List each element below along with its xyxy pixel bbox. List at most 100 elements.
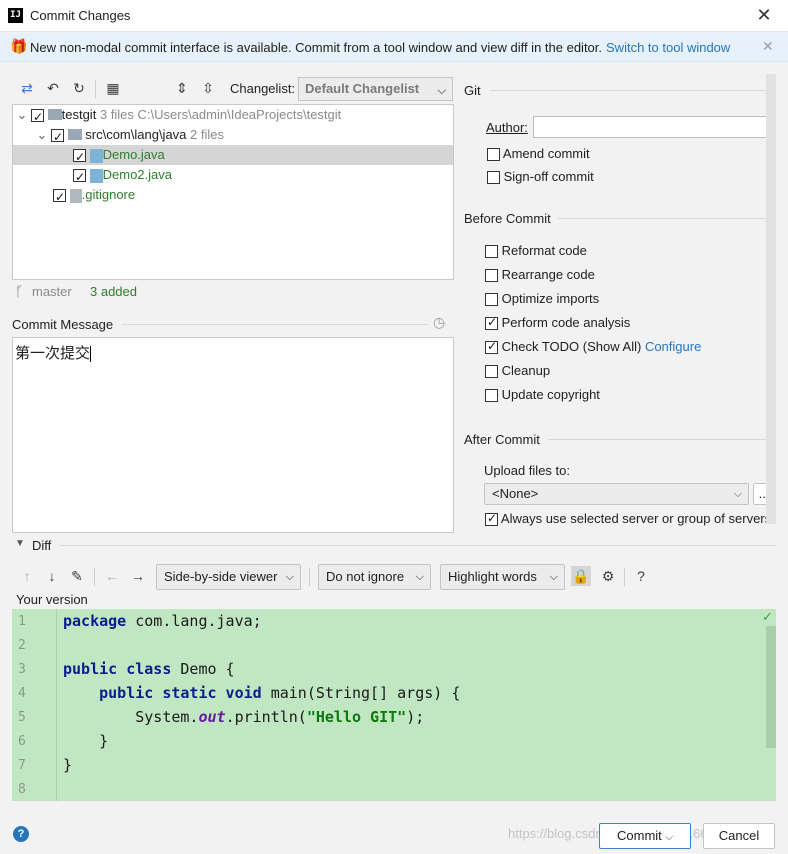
collapse-triangle-icon[interactable]: ▼: [15, 538, 25, 549]
notification-banner: 🎁 New non-modal commit interface is avai…: [0, 33, 788, 62]
analysis-checkbox[interactable]: [485, 315, 498, 331]
upload-server-dropdown[interactable]: <None> ⌵: [484, 483, 749, 505]
chevron-down-icon[interactable]: ⌄: [33, 125, 51, 145]
lock-icon[interactable]: 🔒: [571, 566, 591, 586]
toolbar-separator: [94, 568, 95, 586]
optimize-row[interactable]: Optimize imports: [485, 291, 599, 307]
banner-close-icon[interactable]: ✕: [762, 38, 774, 55]
tree-row-file[interactable]: Demo2.java: [13, 165, 453, 187]
tree-row-file[interactable]: .gitignore: [13, 185, 453, 207]
tree-row-folder[interactable]: ⌄ src\com\lang\java 2 files: [13, 125, 453, 147]
copyright-row[interactable]: Update copyright: [485, 387, 600, 403]
tree-row-root[interactable]: ⌄ testgit 3 files C:\Users\admin\IdeaPro…: [13, 105, 453, 127]
viewer-dropdown[interactable]: Side-by-side viewer ⌵: [156, 564, 301, 590]
signoff-commit-row[interactable]: Sign-off commit: [487, 169, 594, 185]
group-by-icon[interactable]: ▦: [103, 78, 123, 98]
line-number: 3: [18, 662, 26, 677]
edit-icon[interactable]: ✎: [67, 566, 87, 586]
folder-count: 2 files: [190, 127, 224, 142]
ignore-value: Do not ignore: [326, 569, 405, 584]
commit-button[interactable]: Commit ⌵: [599, 823, 691, 849]
todo-label: Check TODO (Show All): [501, 339, 642, 354]
history-clock-icon[interactable]: ◷: [433, 314, 445, 331]
close-icon[interactable]: ✕: [752, 4, 776, 28]
code-text: System.: [63, 708, 199, 726]
author-input[interactable]: [533, 116, 773, 138]
expand-all-icon[interactable]: ⇕: [172, 78, 192, 98]
show-diff-icon[interactable]: ⇄: [17, 78, 37, 98]
ignore-dropdown[interactable]: Do not ignore ⌵: [318, 564, 431, 590]
line-number: 8: [18, 782, 26, 797]
signoff-commit-checkbox[interactable]: [487, 171, 500, 185]
code-text: main(String[] args) {: [261, 684, 461, 702]
arrow-right-icon[interactable]: →: [128, 566, 148, 586]
cleanup-row[interactable]: Cleanup: [485, 363, 550, 379]
analysis-label: Perform code analysis: [501, 315, 631, 330]
always-use-checkbox[interactable]: [485, 511, 498, 527]
cleanup-checkbox[interactable]: [485, 365, 498, 379]
switch-to-tool-window-link[interactable]: Switch to tool window: [606, 40, 730, 55]
folder-checkbox[interactable]: [51, 127, 64, 147]
java-file-icon: [89, 168, 103, 183]
copyright-label: Update copyright: [501, 387, 600, 402]
toolbar-separator: [95, 80, 96, 98]
chevron-down-icon[interactable]: ⌄: [13, 105, 31, 125]
file-name: Demo.java: [102, 147, 165, 162]
refresh-icon[interactable]: ↻: [69, 78, 89, 98]
reformat-checkbox[interactable]: [485, 245, 498, 259]
arrow-down-icon[interactable]: ↓: [42, 566, 62, 586]
collapse-all-icon[interactable]: ⇳: [198, 78, 218, 98]
banner-message: New non-modal commit interface is availa…: [30, 40, 730, 55]
changes-tree[interactable]: ⌄ testgit 3 files C:\Users\admin\IdeaPro…: [12, 104, 454, 280]
file-checkbox[interactable]: [53, 187, 66, 207]
root-checkbox[interactable]: [31, 107, 44, 127]
after-commit-title: After Commit: [464, 432, 540, 447]
text-caret: [90, 345, 92, 362]
diff-scrollbar[interactable]: [766, 626, 776, 748]
right-panel-scrollbar[interactable]: [766, 74, 776, 524]
copyright-checkbox[interactable]: [485, 389, 498, 403]
help-button[interactable]: ?: [13, 826, 29, 842]
commit-label: Commit: [617, 828, 662, 843]
changelist-value: Default Changelist: [305, 81, 420, 96]
help-icon[interactable]: ?: [631, 566, 651, 586]
todo-checkbox[interactable]: [485, 339, 498, 355]
configure-link[interactable]: Configure: [645, 339, 701, 354]
code-line: }: [63, 732, 109, 750]
line-number: 7: [18, 758, 26, 773]
file-checkbox[interactable]: [73, 167, 86, 187]
banner-text: New non-modal commit interface is availa…: [30, 40, 603, 55]
cancel-button[interactable]: Cancel: [703, 823, 775, 849]
diff-editor[interactable]: [12, 609, 776, 801]
amend-commit-label: Amend commit: [502, 146, 590, 161]
rearrange-row[interactable]: Rearrange code: [485, 267, 595, 283]
rearrange-checkbox[interactable]: [485, 269, 498, 283]
analysis-row[interactable]: Perform code analysis: [485, 315, 631, 331]
tree-row-file[interactable]: Demo.java: [13, 145, 453, 167]
commit-message-input[interactable]: 第一次提交: [12, 337, 454, 533]
branch-name: master: [32, 284, 72, 299]
always-use-row[interactable]: Always use selected server or group of s…: [485, 511, 771, 527]
code-text: );: [406, 708, 425, 726]
amend-commit-row[interactable]: Amend commit: [487, 146, 590, 162]
divider: [558, 218, 776, 219]
commit-message-label: Commit Message: [12, 317, 114, 332]
chevron-down-icon[interactable]: ⌵: [665, 832, 673, 843]
toolbar-separator: [309, 568, 310, 586]
arrow-up-icon[interactable]: ↑: [17, 566, 37, 586]
code-line: public class Demo {: [63, 660, 235, 678]
amend-commit-checkbox[interactable]: [487, 148, 500, 162]
reformat-row[interactable]: Reformat code: [485, 243, 587, 259]
author-label-text: Author:: [486, 120, 528, 135]
arrow-left-icon[interactable]: ←: [102, 566, 122, 586]
todo-row[interactable]: Check TODO (Show All) Configure: [485, 339, 701, 355]
code-keyword: package: [63, 612, 127, 630]
optimize-checkbox[interactable]: [485, 293, 498, 307]
highlight-dropdown[interactable]: Highlight words ⌵: [440, 564, 565, 590]
changelist-dropdown[interactable]: Default Changelist ⌵: [298, 77, 453, 101]
rollback-icon[interactable]: ↶: [43, 78, 63, 98]
chevron-down-icon: ⌵: [549, 571, 558, 583]
gear-icon[interactable]: ⚙: [598, 566, 618, 586]
file-checkbox[interactable]: [73, 147, 86, 167]
